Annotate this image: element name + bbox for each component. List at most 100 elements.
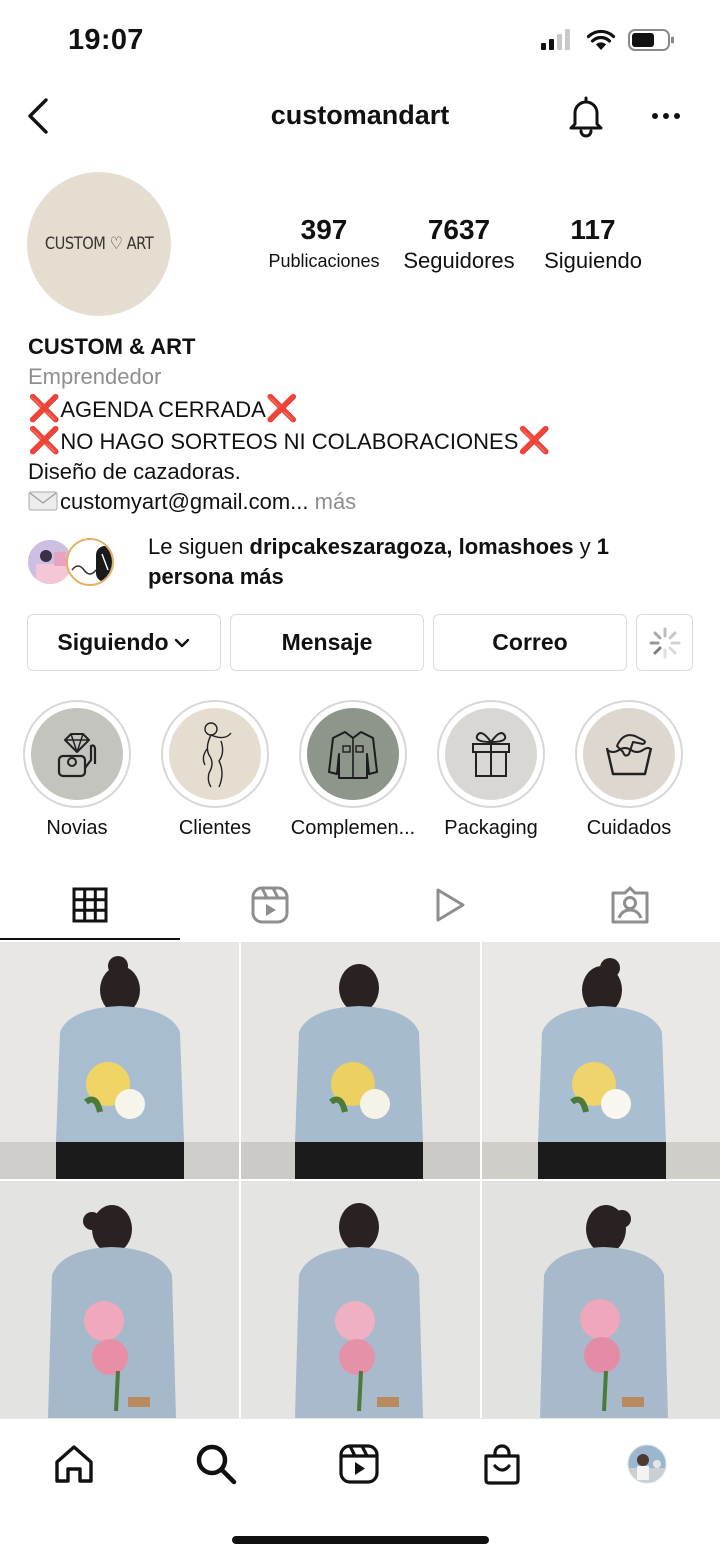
- profile-category: Emprendedor: [28, 364, 162, 390]
- stat-posts[interactable]: 397 Publicaciones: [258, 214, 390, 272]
- highlight-cover: [445, 708, 537, 800]
- profile-bio: CUSTOM & ART Emprendedor ❌AGENDA CERRADA…: [28, 332, 698, 518]
- highlight-ring: [575, 700, 683, 808]
- post-thumbnail[interactable]: [482, 942, 720, 1179]
- story-highlights: Novias Clientes Complemen... Packaging C…: [0, 700, 720, 850]
- cross-mark-icon: ❌: [518, 424, 551, 455]
- nav-profile[interactable]: [622, 1439, 672, 1489]
- follower-avatar: [66, 538, 114, 586]
- bio-line-text: Diseño de cazadoras.: [28, 459, 241, 485]
- ring-box-icon: [57, 733, 97, 778]
- tab-videos[interactable]: [360, 870, 540, 940]
- following-button[interactable]: Siguiendo: [27, 614, 221, 671]
- followers-label: Seguidores: [403, 248, 515, 273]
- followed-by-connector: y: [573, 534, 597, 559]
- highlight-label: Cuidados: [586, 817, 672, 839]
- posts-grid: [0, 942, 720, 1418]
- highlight-label: Novias: [46, 817, 108, 839]
- stat-following[interactable]: 117 Siguiendo: [533, 214, 653, 274]
- highlight-label: Clientes: [178, 817, 252, 839]
- highlight-ring: [299, 700, 407, 808]
- following-count: 117: [570, 214, 616, 245]
- jacket-icon: [328, 731, 378, 779]
- more-options-button[interactable]: [650, 104, 682, 128]
- post-thumbnail[interactable]: [482, 1181, 720, 1418]
- flower-rose: [339, 1339, 375, 1375]
- message-button-label: Mensaje: [281, 629, 373, 655]
- post-image: [482, 1181, 720, 1418]
- nav-search[interactable]: [191, 1439, 241, 1489]
- reels-icon: [339, 1444, 379, 1484]
- highlight-novias[interactable]: Novias: [12, 700, 142, 840]
- flower-rose: [601, 1089, 631, 1119]
- highlight-clientes[interactable]: Clientes: [150, 700, 280, 840]
- bio-more-link[interactable]: más: [315, 489, 357, 514]
- suggestions-button[interactable]: [636, 614, 693, 671]
- home-indicator: [232, 1536, 489, 1544]
- nav-shop[interactable]: [477, 1439, 527, 1489]
- profile-username: customandart: [270, 100, 450, 130]
- tab-reels[interactable]: [180, 870, 360, 940]
- flower-rose: [580, 1299, 620, 1339]
- flower-rose: [335, 1301, 375, 1341]
- post-image: [241, 942, 480, 1179]
- profile-avatar: [627, 1444, 667, 1484]
- followed-by[interactable]: Le siguen dripcakeszaragoza, lomashoes y…: [26, 532, 706, 596]
- followed-by-prefix: Le siguen: [148, 534, 250, 559]
- search-icon: [196, 1444, 237, 1485]
- followers-count: 7637: [427, 214, 491, 245]
- post-thumbnail[interactable]: [0, 1181, 239, 1418]
- email-button[interactable]: Correo: [433, 614, 627, 671]
- status-icons: [540, 28, 676, 52]
- profile-avatar[interactable]: CUSTOM ♡ ART: [27, 172, 171, 316]
- highlight-ring: [161, 700, 269, 808]
- stat-followers[interactable]: 7637 Seguidores: [394, 214, 524, 274]
- post-thumbnail[interactable]: [241, 1181, 480, 1418]
- status-bar: 19:07: [0, 0, 720, 80]
- highlight-cover: [169, 708, 261, 800]
- bell-icon: [569, 96, 603, 138]
- flower-rose: [92, 1339, 128, 1375]
- wifi-icon: [586, 29, 616, 50]
- post-thumbnail[interactable]: [241, 942, 480, 1179]
- message-button[interactable]: Mensaje: [230, 614, 424, 671]
- nav-home[interactable]: [49, 1439, 99, 1489]
- highlight-label: Complemen...: [290, 817, 416, 839]
- posts-count: 397: [300, 214, 348, 245]
- followed-by-names: dripcakeszaragoza, lomashoes: [249, 534, 574, 559]
- highlight-cover: [31, 708, 123, 800]
- highlight-packaging[interactable]: Packaging: [426, 700, 556, 840]
- bio-line: ❌AGENDA CERRADA❌: [28, 393, 698, 425]
- notifications-button[interactable]: [566, 94, 606, 138]
- avatar-logo-text: CUSTOM ♡ ART: [44, 234, 154, 254]
- email-button-label: Correo: [492, 629, 568, 655]
- cross-mark-icon: ❌: [28, 424, 61, 455]
- profile-tabs: [0, 870, 720, 942]
- cross-mark-icon: ❌: [28, 392, 61, 423]
- bio-line-text: NO HAGO SORTEOS NI COLABORACIONES: [60, 428, 519, 454]
- bio-email-line[interactable]: customyart@gmail.com... más: [28, 487, 698, 517]
- woman-line-art-icon: [202, 722, 232, 788]
- status-time: 19:07: [68, 24, 144, 56]
- reels-icon: [251, 886, 289, 924]
- grid-icon: [72, 887, 108, 923]
- highlight-label: Packaging: [444, 817, 538, 839]
- profile-header: customandart: [0, 86, 720, 146]
- envelope-icon: [28, 491, 58, 512]
- more-horizontal-icon: [652, 113, 680, 119]
- post-thumbnail[interactable]: [0, 942, 239, 1179]
- highlight-cuidados[interactable]: Cuidados: [564, 700, 694, 840]
- cellular-signal-icon: [541, 29, 570, 50]
- chevron-down-icon: [174, 638, 189, 647]
- bio-line: Diseño de cazadoras.: [28, 457, 698, 487]
- tab-tagged[interactable]: [540, 870, 720, 940]
- profile-actions: Siguiendo Mensaje Correo: [27, 614, 693, 671]
- tab-posts-grid[interactable]: [0, 870, 180, 940]
- highlight-complementos[interactable]: Complemen...: [288, 700, 418, 840]
- home-icon: [55, 1445, 93, 1483]
- post-image: [482, 942, 720, 1179]
- posts-label: Publicaciones: [268, 251, 380, 271]
- post-image: [241, 1181, 480, 1418]
- following-label: Siguiendo: [544, 248, 642, 273]
- nav-reels[interactable]: [334, 1439, 384, 1489]
